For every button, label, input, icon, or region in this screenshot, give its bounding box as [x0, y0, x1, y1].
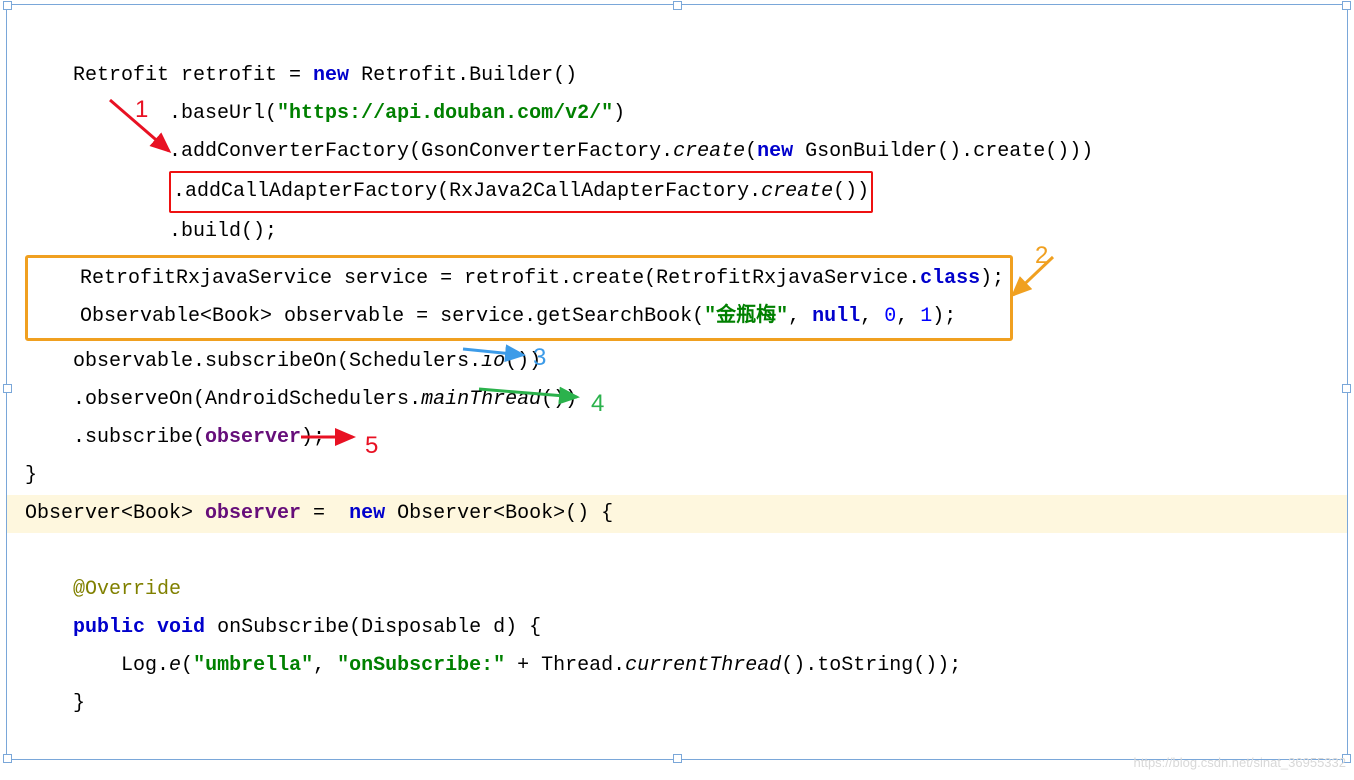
resize-handle-icon[interactable]: [673, 754, 682, 763]
arrow-5-icon: [299, 431, 363, 445]
resize-handle-icon[interactable]: [3, 1, 12, 10]
resize-handle-icon[interactable]: [1342, 1, 1351, 10]
annotation-label-3: 3: [533, 335, 546, 381]
code-line-10: .subscribe(observer);: [25, 426, 325, 449]
resize-handle-icon[interactable]: [3, 384, 12, 393]
override-annotation: @Override: [25, 578, 181, 601]
highlight-box-2: RetrofitRxjavaService service = retrofit…: [25, 255, 1013, 341]
code-line-11: }: [25, 464, 37, 487]
resize-handle-icon[interactable]: [1342, 384, 1351, 393]
highlight-box-1: .addCallAdapterFactory(RxJava2CallAdapte…: [169, 171, 873, 213]
resize-handle-icon[interactable]: [673, 1, 682, 10]
observer-declaration: Observer<Book> observer = new Observer<B…: [7, 495, 1347, 533]
code-line-1: Retrofit retrofit = new Retrofit.Builder…: [25, 64, 577, 87]
resize-handle-icon[interactable]: [3, 754, 12, 763]
arrow-1-icon: [105, 95, 185, 165]
code-line-5: .build();: [25, 220, 277, 243]
close-method: }: [25, 692, 85, 715]
code-block: Retrofit retrofit = new Retrofit.Builder…: [7, 5, 1347, 723]
arrow-2-icon: [1005, 253, 1065, 303]
arrow-4-icon: [477, 385, 587, 405]
annotation-label-4: 4: [591, 381, 604, 427]
selection-frame: Retrofit retrofit = new Retrofit.Builder…: [6, 4, 1348, 760]
arrow-3-icon: [461, 345, 533, 361]
annotation-label-5: 5: [365, 423, 378, 469]
method-signature: public void onSubscribe(Disposable d) {: [25, 616, 541, 639]
code-line-4: .addCallAdapterFactory(RxJava2CallAdapte…: [25, 180, 873, 203]
code-line-3: .addConverterFactory(GsonConverterFactor…: [25, 140, 1093, 163]
log-line: Log.e("umbrella", "onSubscribe:" + Threa…: [25, 654, 961, 677]
watermark-text: https://blog.csdn.net/sinat_36955332: [1134, 751, 1347, 776]
